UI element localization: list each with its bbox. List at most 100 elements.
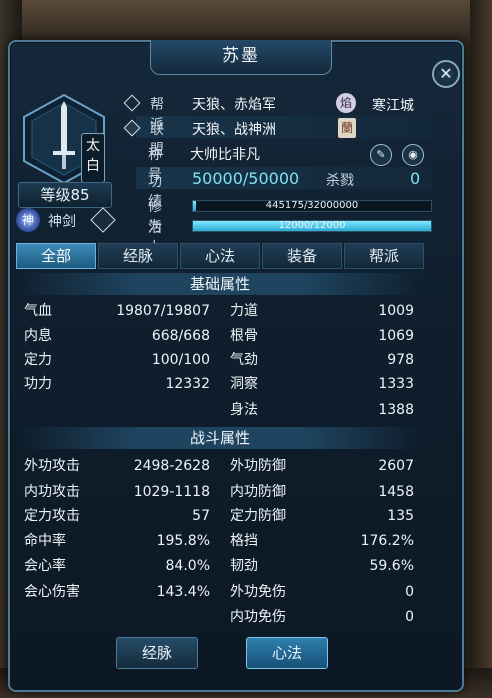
stat-key: 格挡 <box>230 533 258 549</box>
stat-key: 洞察 <box>230 376 258 392</box>
stat-row: 力道 1009 <box>230 301 414 321</box>
stat-row: 韧劲 59.6% <box>230 556 414 576</box>
title-value: 大帅比非凡 <box>190 147 260 163</box>
stat-key: 韧劲 <box>230 558 258 574</box>
stat-value: 978 <box>387 352 414 368</box>
stat-row: 洞察 1333 <box>230 374 414 394</box>
stat-key: 内息 <box>24 328 52 344</box>
background-top <box>0 0 492 44</box>
stat-value: 1458 <box>378 484 414 500</box>
stat-row: 会心率 84.0% <box>24 556 210 576</box>
tab-guild[interactable]: 帮派 <box>344 243 424 269</box>
stat-key: 定力攻击 <box>24 508 80 524</box>
faction-value: 天狼、赤焰军 <box>192 97 276 113</box>
stat-key: 外功攻击 <box>24 458 80 474</box>
stat-key: 定力 <box>24 352 52 368</box>
stat-row: 内息 668/668 <box>24 326 210 346</box>
stat-key: 力道 <box>230 303 258 319</box>
tab-meridians[interactable]: 经脉 <box>98 243 178 269</box>
edit-title-button[interactable]: ✎ <box>370 144 392 166</box>
stat-key: 功力 <box>24 376 52 392</box>
vitality-bar-text: 12000/12000 <box>278 220 346 231</box>
stat-key: 身法 <box>230 402 258 418</box>
tab-equipment[interactable]: 装备 <box>262 243 342 269</box>
stat-value: 84.0% <box>165 558 210 574</box>
vitality-bar: 12000/12000 <box>192 220 432 232</box>
tab-all[interactable]: 全部 <box>16 243 96 269</box>
window-title: 苏墨 <box>150 40 332 75</box>
stat-value: 1009 <box>378 303 414 319</box>
stat-value: 143.4% <box>156 584 210 600</box>
stat-value: 57 <box>192 508 210 524</box>
stat-row: 格挡 176.2% <box>230 531 414 551</box>
stat-row: 身法 1388 <box>230 400 414 420</box>
stat-key: 内功防御 <box>230 484 286 500</box>
stat-key: 气劲 <box>230 352 258 368</box>
faction-flame-icon: 焰 <box>336 93 356 113</box>
stat-value: 1029-1118 <box>133 484 210 500</box>
stat-row: 命中率 195.8% <box>24 531 210 551</box>
stat-key: 内功免伤 <box>230 609 286 625</box>
stat-key: 外功免伤 <box>230 584 286 600</box>
stat-row: 气劲 978 <box>230 350 414 370</box>
stat-value: 176.2% <box>360 533 414 549</box>
close-button[interactable]: ✕ <box>432 60 460 88</box>
school-badge: 太白 <box>81 133 105 183</box>
stat-value: 0 <box>405 609 414 625</box>
stat-value: 668/668 <box>151 328 210 344</box>
tab-mind-method[interactable]: 心法 <box>180 243 260 269</box>
stat-row: 功力 12332 <box>24 374 210 394</box>
alliance-row-background <box>136 116 432 138</box>
cultivation-bar: 445175/32000000 <box>192 200 432 212</box>
tab-bar: 全部 经脉 心法 装备 帮派 <box>16 243 424 269</box>
stat-value: 195.8% <box>156 533 210 549</box>
stat-value: 0 <box>405 584 414 600</box>
stat-value: 2498-2628 <box>133 458 210 474</box>
combat-attrs-header: 战斗属性 <box>16 427 424 449</box>
class-name: 神剑 <box>48 214 76 230</box>
level-label: 等级85 <box>18 182 112 208</box>
stat-row: 内功免伤 0 <box>230 607 414 627</box>
stat-row: 外功防御 2607 <box>230 456 414 476</box>
stat-key: 定力防御 <box>230 508 286 524</box>
stat-value: 135 <box>387 508 414 524</box>
stat-row: 定力 100/100 <box>24 350 210 370</box>
stat-row: 内功防御 1458 <box>230 482 414 502</box>
stat-value: 2607 <box>378 458 414 474</box>
stat-key: 气血 <box>24 303 52 319</box>
cultivation-bar-text: 445175/32000000 <box>265 200 359 211</box>
stat-row: 定力防御 135 <box>230 506 414 526</box>
stat-row: 外功免伤 0 <box>230 582 414 602</box>
stat-value: 1333 <box>378 376 414 392</box>
mind-method-button[interactable]: 心法 <box>246 637 328 669</box>
alliance-value: 天狼、战神洲 <box>192 122 276 138</box>
stat-key: 外功防御 <box>230 458 286 474</box>
stat-row: 外功攻击 2498-2628 <box>24 456 210 476</box>
stat-value: 1069 <box>378 328 414 344</box>
stat-value: 59.6% <box>369 558 414 574</box>
view-title-button[interactable]: ◉ <box>402 144 424 166</box>
basic-attrs-header: 基础属性 <box>16 273 424 295</box>
stat-row: 气血 19807/19807 <box>24 301 210 321</box>
city-name: 寒江城 <box>372 98 414 114</box>
stat-value: 1388 <box>378 402 414 418</box>
stat-row: 定力攻击 57 <box>24 506 210 526</box>
class-icon: 神 <box>16 208 40 232</box>
stat-row: 会心伤害 143.4% <box>24 582 210 602</box>
stat-key: 内功攻击 <box>24 484 80 500</box>
stat-row: 内功攻击 1029-1118 <box>24 482 210 502</box>
stat-key: 会心率 <box>24 558 66 574</box>
meridians-button[interactable]: 经脉 <box>116 637 198 669</box>
stat-key: 命中率 <box>24 533 66 549</box>
stat-key: 根骨 <box>230 328 258 344</box>
stat-key: 会心伤害 <box>24 584 80 600</box>
background-right <box>470 0 492 698</box>
merit-value: 50000/50000 <box>192 169 300 188</box>
alliance-orchid-icon: 蘭 <box>338 118 356 138</box>
kill-label: 杀戮 <box>326 173 354 189</box>
stat-value: 12332 <box>165 376 210 392</box>
stat-value: 19807/19807 <box>116 303 210 319</box>
stat-value: 100/100 <box>151 352 210 368</box>
stat-row: 根骨 1069 <box>230 326 414 346</box>
kill-value: 0 <box>410 169 421 188</box>
